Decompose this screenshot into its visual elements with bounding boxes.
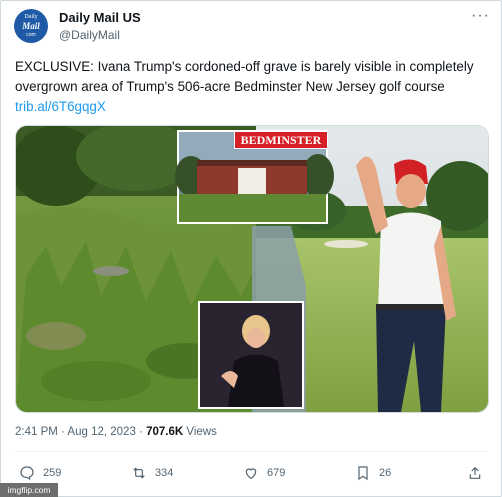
tweet-body: EXCLUSIVE: Ivana Trump's cordoned-off gr… bbox=[15, 59, 474, 94]
tweet-card: Daily Mail com Daily Mail US @DailyMail … bbox=[0, 0, 502, 497]
media-collage bbox=[16, 126, 488, 412]
imgflip-watermark: imgflip.com bbox=[0, 483, 58, 497]
heart-icon bbox=[245, 468, 257, 480]
divider bbox=[15, 451, 487, 452]
tweet-link[interactable]: trib.al/6T6gqgX bbox=[15, 99, 106, 114]
bookmark-count: 26 bbox=[379, 467, 392, 479]
tweet-media[interactable]: BEDMINSTER bbox=[15, 125, 489, 413]
bedminster-label: BEDMINSTER bbox=[234, 131, 328, 149]
repost-icon bbox=[133, 467, 145, 479]
account-name[interactable]: Daily Mail US bbox=[59, 10, 141, 25]
avatar-text-3: com bbox=[26, 31, 36, 38]
bookmark-button[interactable]: 26 bbox=[355, 465, 391, 481]
more-options-icon[interactable]: ··· bbox=[471, 7, 490, 25]
reply-button[interactable]: 259 bbox=[19, 465, 61, 481]
views-label: Views bbox=[183, 426, 217, 438]
tweet-text: EXCLUSIVE: Ivana Trump's cordoned-off gr… bbox=[15, 57, 490, 117]
views-count: 707.6K bbox=[146, 426, 184, 438]
avatar-text-2: Mail bbox=[22, 20, 40, 31]
repost-count: 334 bbox=[155, 467, 174, 479]
ivana-inset-photo bbox=[198, 301, 304, 409]
like-button[interactable]: 679 bbox=[243, 465, 285, 481]
account-avatar[interactable]: Daily Mail com bbox=[14, 9, 48, 43]
bookmark-icon bbox=[358, 466, 368, 481]
like-count: 679 bbox=[267, 467, 286, 479]
reply-icon bbox=[20, 466, 34, 481]
timestamp[interactable]: 2:41 PM · Aug 12, 2023 · bbox=[15, 426, 146, 438]
tweet-meta: 2:41 PM · Aug 12, 2023 · 707.6K Views bbox=[15, 426, 217, 438]
account-handle[interactable]: @DailyMail bbox=[59, 28, 120, 42]
share-icon bbox=[469, 466, 481, 479]
share-button[interactable] bbox=[467, 465, 483, 481]
repost-button[interactable]: 334 bbox=[131, 465, 173, 481]
reply-count: 259 bbox=[43, 467, 62, 479]
